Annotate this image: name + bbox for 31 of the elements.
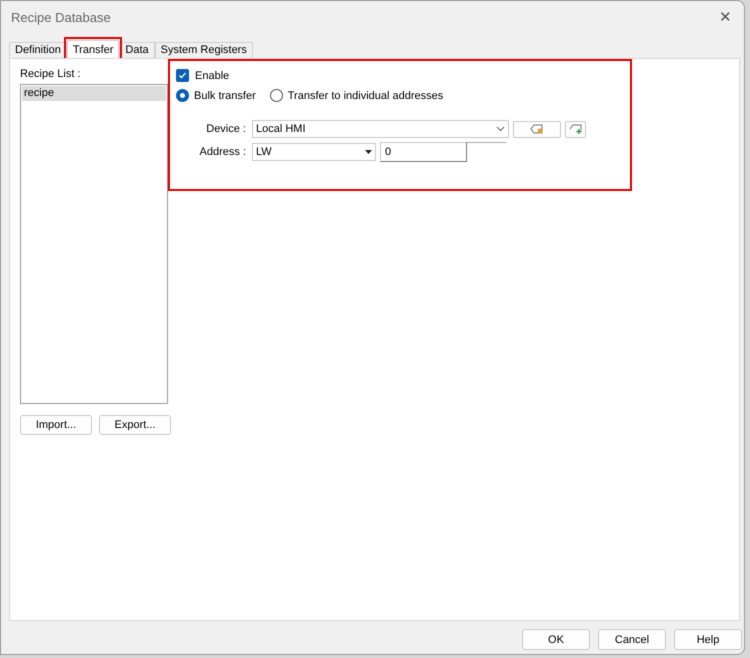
radio-button[interactable]	[176, 89, 189, 102]
tab[interactable]: Data	[119, 42, 155, 58]
radio-label: Bulk transfer	[194, 90, 256, 102]
add-tag-icon	[568, 124, 582, 134]
tag-button[interactable]	[513, 120, 561, 138]
checkbox-label: Enable	[195, 70, 230, 82]
address-label: Address :	[198, 146, 246, 158]
address-type-dropdown[interactable]: LW	[252, 143, 376, 161]
device-dropdown[interactable]: Local HMI	[252, 120, 509, 138]
tab[interactable]: Transfer	[66, 40, 120, 58]
list-button[interactable]: Export...	[99, 415, 171, 435]
add-tag-button[interactable]	[565, 120, 586, 138]
check-icon	[178, 71, 187, 80]
close-button[interactable]: ✕	[715, 8, 736, 26]
checkbox[interactable]	[176, 69, 189, 82]
device-label: Device :	[205, 123, 246, 135]
tab[interactable]: Definition	[9, 42, 67, 58]
list-label: Recipe List :	[20, 68, 82, 80]
window-title: Recipe Database	[11, 10, 111, 24]
chevron-icon	[496, 126, 505, 132]
tab[interactable]: System Registers	[154, 42, 253, 58]
dialog-button[interactable]: Cancel	[598, 629, 666, 650]
list-item[interactable]: recipe	[22, 86, 166, 101]
caret-icon	[365, 150, 372, 154]
tag-icon	[530, 124, 544, 134]
list-button[interactable]: Import...	[20, 415, 92, 435]
radio-label: Transfer to individual addresses	[288, 90, 444, 102]
dialog-button[interactable]: Help	[674, 629, 742, 650]
dialog-button[interactable]: OK	[522, 629, 590, 650]
address-field[interactable]: 0	[380, 142, 467, 162]
radio-button[interactable]	[270, 89, 283, 102]
